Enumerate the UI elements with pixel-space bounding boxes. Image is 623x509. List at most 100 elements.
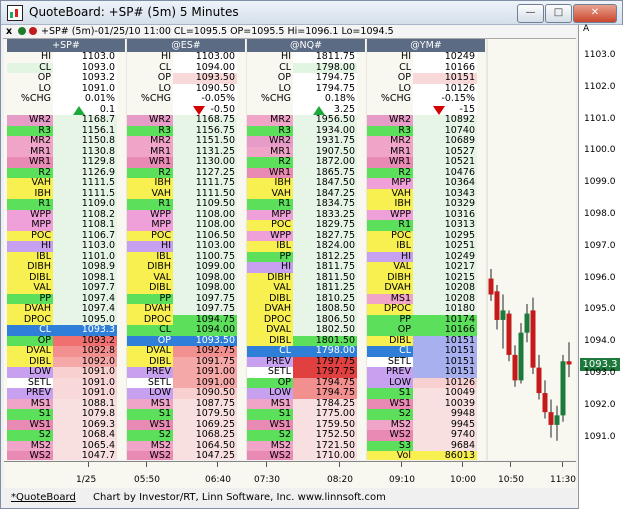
quote-row: OP 10166	[367, 324, 485, 336]
row-value: 10049	[413, 387, 477, 399]
row-value: 1824.00	[293, 240, 357, 252]
price-tick-label: 1094.0	[584, 336, 616, 347]
quote-row: WR2 1168.75	[127, 114, 245, 126]
row-value: 1130.00	[173, 156, 237, 168]
price-tick-label: 1103.0	[584, 50, 616, 60]
quoteboard-tab[interactable]: *QuoteBoard	[11, 488, 76, 508]
row-value: 1092.75	[173, 345, 237, 357]
row-value: 10151	[413, 366, 477, 378]
row-value: 1111.75	[173, 177, 237, 189]
row-value: 1811.25	[293, 282, 357, 294]
green-dot-icon[interactable]	[18, 27, 26, 35]
chart-pane[interactable]: +SP# HI 1103.0 CL 1093.0 OP 1093.2 LO 1091.0 %CHG…	[4, 39, 576, 460]
row-value: 9948	[413, 408, 477, 420]
row-value: 1098.00	[173, 282, 237, 294]
row-value: -0.15%	[413, 93, 477, 105]
row-value: 10151	[413, 72, 477, 84]
row-value: 1811.75	[293, 51, 357, 63]
close-button[interactable]: ✕	[573, 4, 617, 23]
quote-row: IBL 1824.00	[247, 240, 365, 252]
row-label: HI	[247, 51, 293, 63]
quote-row: LOW 1794.75	[247, 387, 365, 399]
quote-row: CL 10151	[367, 345, 485, 357]
quote-row: SETL 1797.75	[247, 366, 365, 378]
row-label: PREV	[127, 366, 173, 378]
row-value: 10251	[413, 240, 477, 252]
row-value: 1956.50	[293, 114, 357, 126]
row-label: R1	[127, 198, 173, 210]
quote-row: R1 1834.75	[247, 198, 365, 210]
row-value: 1093.3	[53, 324, 117, 336]
row-label: Vol	[367, 450, 413, 460]
row-label: HI	[7, 51, 53, 63]
price-tick-label: 1092.0	[584, 399, 616, 410]
quote-row: WR1 1130.00	[127, 156, 245, 168]
row-value: 1798.00	[293, 345, 357, 357]
row-label: DPOC	[367, 303, 413, 315]
row-value: 1111.5	[53, 177, 117, 189]
quote-row: WR1 10521	[367, 156, 485, 168]
candle-body	[488, 278, 494, 295]
quote-row: S1 1079.50	[127, 408, 245, 420]
row-label: WS2	[367, 429, 413, 441]
row-label: IBH	[247, 177, 293, 189]
row-label: OP	[367, 324, 413, 336]
quote-row: DVAH 1097.75	[127, 303, 245, 315]
quote-row: OP 1794.75	[247, 72, 365, 84]
row-label: WR1	[367, 156, 413, 168]
row-label: OP	[127, 72, 173, 84]
quote-row: DVAL 1092.75	[127, 345, 245, 357]
row-label: R1	[7, 198, 53, 210]
quote-row: WS2 1047.25	[127, 450, 245, 460]
quote-row: MR2 10689	[367, 135, 485, 147]
row-value: 10166	[413, 324, 477, 336]
row-value: 1752.50	[293, 429, 357, 441]
quote-row: S2 1068.4	[7, 429, 125, 441]
quote-row: S2 9948	[367, 408, 485, 420]
row-value: 1829.75	[293, 219, 357, 231]
row-value: 10313	[413, 219, 477, 231]
maximize-button[interactable]: □	[545, 4, 572, 23]
price-tick-label: 1095.0	[584, 304, 616, 315]
row-label: HI	[7, 240, 53, 252]
row-value: 10151	[413, 345, 477, 357]
time-tick-mark	[266, 462, 267, 467]
candle-body	[560, 361, 566, 416]
row-value: 1109.0	[53, 198, 117, 210]
row-value: 1097.7	[53, 282, 117, 294]
row-value: 1094.00	[173, 324, 237, 336]
time-tick-label: 05:50	[134, 475, 160, 485]
time-tick-mark	[217, 462, 218, 467]
row-value: 1092.8	[53, 345, 117, 357]
row-label: VAL	[247, 282, 293, 294]
candle-body	[494, 291, 500, 320]
candle-body	[542, 393, 548, 413]
red-dot-icon[interactable]	[29, 27, 37, 35]
row-value: 1091.0	[53, 387, 117, 399]
price-tick-label: 1100.0	[584, 145, 616, 156]
row-label: WR2	[127, 114, 173, 126]
time-tick-label: 10:00	[450, 475, 476, 485]
row-label: CL	[247, 345, 293, 357]
quote-row: MPP 1108.00	[127, 219, 245, 231]
minimize-button[interactable]: —	[517, 4, 544, 23]
candle-body	[500, 310, 506, 320]
title-bar[interactable]: QuoteBoard: +SP# (5m) 5 Minutes — □ ✕	[1, 1, 622, 25]
quote-column: @ES# HI 1103.00 CL 1094.00 OP 1093.50 LO 1090.50…	[127, 39, 245, 460]
row-label: MR2	[7, 135, 53, 147]
close-pane-icon[interactable]: x	[6, 25, 12, 38]
quote-row: LOW 1091.0	[7, 366, 125, 378]
row-label: R2	[247, 156, 293, 168]
row-value: 10689	[413, 135, 477, 147]
quote-row: DIBH 1099.00	[127, 261, 245, 273]
candle-body	[554, 415, 560, 425]
quote-row: WR2 1168.7	[7, 114, 125, 126]
status-bar: *QuoteBoard Chart by Investor/RT, Linn S…	[1, 488, 578, 508]
price-tick-label: 1097.0	[584, 240, 616, 251]
row-value: 1797.75	[293, 366, 357, 378]
chart-app-icon	[7, 5, 23, 21]
quote-row: S1 10049	[367, 387, 485, 399]
row-value: 1129.8	[53, 156, 117, 168]
row-label: S2	[367, 408, 413, 420]
quote-row: DPOC 10180	[367, 303, 485, 315]
